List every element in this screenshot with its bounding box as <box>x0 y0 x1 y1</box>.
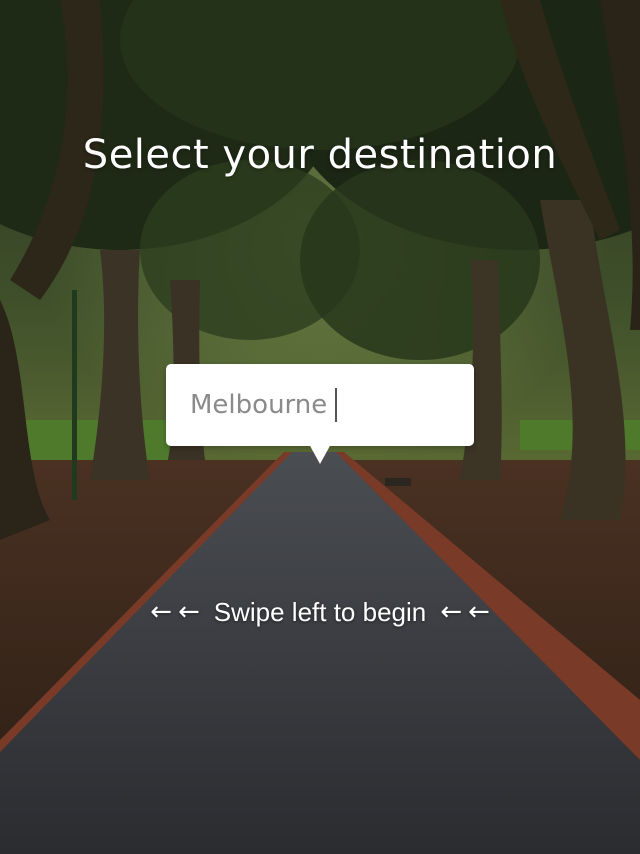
swipe-hint-text: Swipe left to begin <box>213 596 427 627</box>
bubble-pointer <box>309 444 331 464</box>
page-title: Select your destination <box>82 132 558 178</box>
destination-bubble[interactable]: Melbourne <box>166 364 474 446</box>
left-arrow-icon: ← <box>468 597 490 627</box>
left-arrow-icon: ← <box>440 597 463 627</box>
destination-input[interactable]: Melbourne <box>190 384 450 426</box>
destination-value: Melbourne <box>190 390 328 420</box>
left-arrow-icon: ← <box>177 597 200 627</box>
text-caret <box>335 388 338 422</box>
onboarding-screen[interactable]: Select your destination Melbourne ← ← Sw… <box>0 0 640 854</box>
left-arrow-icon: ← <box>150 597 172 627</box>
swipe-hint[interactable]: ← ← Swipe left to begin ← ← <box>0 594 640 630</box>
left-arrows-after: ← ← <box>440 594 490 630</box>
left-arrows-before: ← ← <box>150 594 200 630</box>
